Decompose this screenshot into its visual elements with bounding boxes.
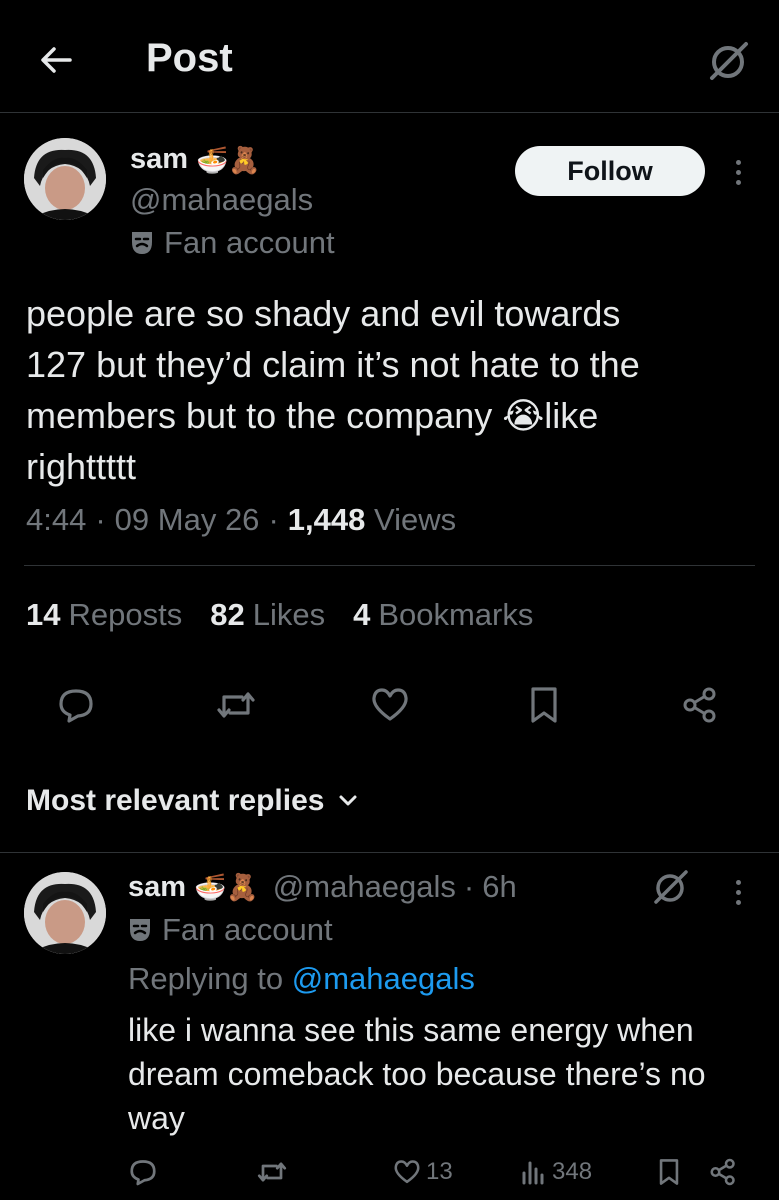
author-handle[interactable]: @mahaegals <box>130 182 313 218</box>
post-text-line: people are so shady and evil towards <box>26 293 621 334</box>
post-action-bar <box>0 683 779 733</box>
repost-icon <box>257 1162 287 1182</box>
theater-mask-icon <box>130 919 150 941</box>
reply-avatar[interactable] <box>24 872 106 954</box>
repost-button[interactable] <box>214 683 258 727</box>
avatar[interactable] <box>24 138 106 220</box>
chevron-down-icon <box>339 795 357 806</box>
reply-text-line: dream comeback too because there’s no <box>128 1056 706 1092</box>
reply-header: sam 🍜🧸 @mahaegals · 6h <box>128 869 517 905</box>
reply-icon <box>59 689 93 723</box>
like-icon <box>394 1160 420 1184</box>
like-button[interactable] <box>368 683 412 727</box>
reply-author-handle[interactable]: @mahaegals <box>273 869 456 905</box>
reply-button[interactable] <box>54 683 98 727</box>
theater-mask-icon <box>132 232 152 254</box>
reply-share-button[interactable] <box>708 1152 738 1192</box>
top-bar: Post <box>0 0 779 113</box>
reply-action-bar: 13 348 <box>0 1152 779 1192</box>
author-name[interactable]: sam <box>130 143 188 176</box>
name-emojis: 🍜🧸 <box>196 144 261 175</box>
replies-sort-label: Most relevant replies <box>26 784 325 817</box>
divider <box>0 852 779 853</box>
engagement-stats: 14 Reposts 82 Likes 4 Bookmarks <box>26 597 533 633</box>
grok-icon[interactable] <box>650 866 690 906</box>
page-title: Post <box>146 36 233 80</box>
post-date: 09 May 26 <box>114 502 260 537</box>
views-icon <box>522 1161 544 1185</box>
reply-repost-button[interactable] <box>256 1152 288 1192</box>
reply-time[interactable]: 6h <box>482 869 516 905</box>
reply-text: like i wanna see this same energy when d… <box>128 1008 758 1140</box>
share-icon <box>710 1158 735 1186</box>
reply-likes-count: 13 <box>426 1158 453 1185</box>
like-icon <box>372 688 408 721</box>
grok-icon[interactable] <box>706 38 750 82</box>
more-options-icon[interactable] <box>728 152 748 192</box>
post-text-line: members but to the company 😭like <box>26 395 599 436</box>
bookmarks-stat[interactable]: 4 Bookmarks <box>353 597 533 633</box>
reply-text-line: way <box>128 1100 185 1136</box>
share-icon <box>683 687 716 723</box>
reply-text-line: like i wanna see this same energy when <box>128 1012 694 1048</box>
post-page: Post sam 🍜🧸 @mahaegals Fan account Follo… <box>0 0 779 1200</box>
reply-like-button[interactable]: 13 <box>392 1152 453 1192</box>
bookmark-icon <box>531 687 557 723</box>
repost-icon <box>217 692 255 718</box>
divider <box>24 565 755 566</box>
reply-author-name[interactable]: sam <box>128 871 186 904</box>
back-button[interactable] <box>36 40 76 80</box>
reply-views-button[interactable]: 348 <box>520 1152 592 1192</box>
views-count[interactable]: 1,448 Views <box>288 502 456 538</box>
post-text-line: righttttt <box>26 446 137 487</box>
post-meta: 4:44 · 09 May 26 · 1,448 Views <box>26 502 457 538</box>
arrow-left-icon <box>41 47 72 73</box>
post-text-line: 127 but they’d claim it’s not hate to th… <box>26 344 640 385</box>
fan-account-label: Fan account <box>128 912 333 948</box>
fan-account-text: Fan account <box>162 912 333 947</box>
name-emojis: 🍜🧸 <box>194 872 259 902</box>
reply-views-count: 348 <box>552 1158 593 1185</box>
share-button[interactable] <box>678 683 722 727</box>
reply-icon <box>130 1160 156 1186</box>
likes-stat[interactable]: 82 Likes <box>210 597 325 633</box>
replies-sort-dropdown[interactable]: Most relevant replies <box>26 784 358 818</box>
author-name-row[interactable]: sam 🍜🧸 <box>130 143 261 176</box>
bookmark-button[interactable] <box>522 683 566 727</box>
post-text: people are so shady and evil towards 127… <box>26 288 756 492</box>
fan-account-text: Fan account <box>164 225 335 260</box>
reposts-stat[interactable]: 14 Reposts <box>26 597 182 633</box>
follow-button[interactable]: Follow <box>515 146 705 196</box>
post-time: 4:44 <box>26 502 87 537</box>
bookmark-icon <box>659 1159 679 1185</box>
fan-account-label: Fan account <box>130 225 335 261</box>
more-options-icon[interactable] <box>728 872 748 912</box>
reply-bookmark-button[interactable] <box>656 1152 682 1192</box>
replying-to-link[interactable]: @mahaegals <box>292 961 475 996</box>
replying-to: Replying to @mahaegals <box>128 961 475 996</box>
reply-reply-button[interactable] <box>128 1152 158 1192</box>
